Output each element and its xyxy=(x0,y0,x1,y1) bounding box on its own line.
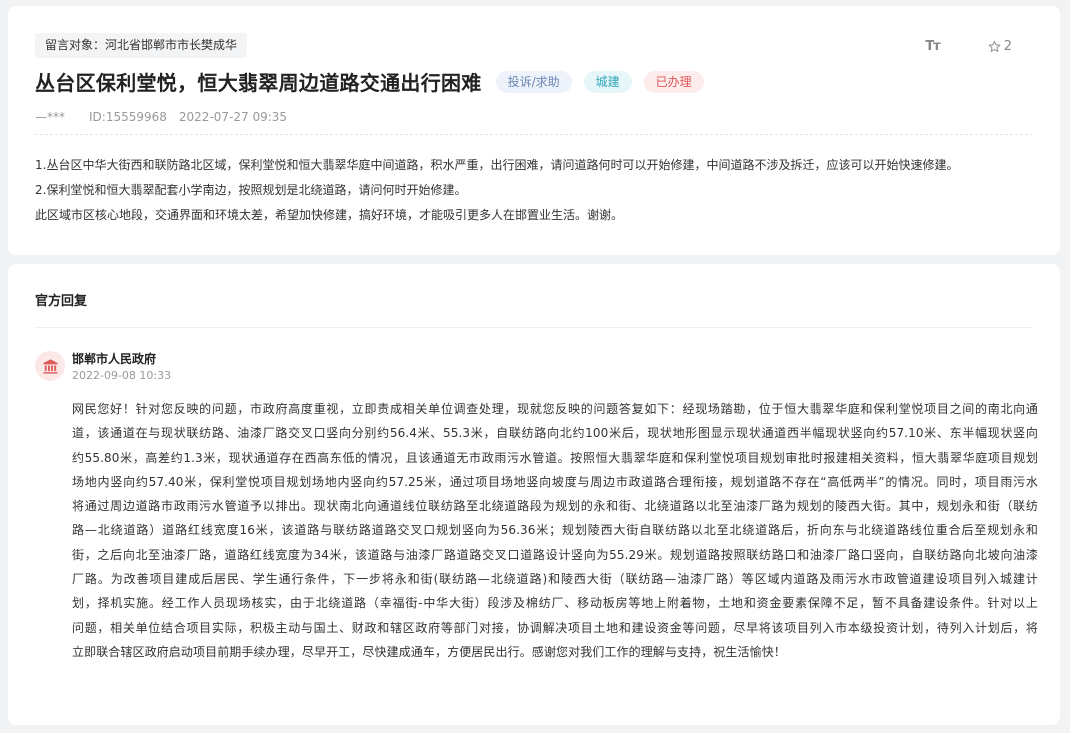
font-size-toggle[interactable]: Tт xyxy=(925,39,940,54)
message-paragraph: 1.丛台区中华大街西和联防路北区域，保利堂悦和恒大翡翠华庭中间道路，积水严重，出… xyxy=(35,158,959,172)
message-body: 1.丛台区中华大街西和联防路北区域，保利堂悦和恒大翡翠华庭中间道路，积水严重，出… xyxy=(35,153,1040,228)
message-tools: Tт 2 xyxy=(925,39,1012,54)
category-badge: 投诉/求助 xyxy=(495,70,572,93)
reply-line: 将通过周边道路市政雨污水管道予以排出。现状南北向通道线位联纺路至北绕道路段为规划… xyxy=(72,499,1038,514)
reply-line: 街，之后向北至油漆厂路，道路红线宽度为34米，该道路与油漆厂路道路交叉口道路设计… xyxy=(72,547,1038,562)
message-id: ID:15559968 xyxy=(89,110,167,124)
reply-line: 厂路。为改善项目建成后居民、学生通行条件，下一步将永和街(联纺路—北绕道路)和陵… xyxy=(72,572,1038,587)
star-icon xyxy=(988,40,1001,52)
message-target-tag: 留言对象：河北省邯郸市市长樊成华 xyxy=(35,33,248,58)
reply-line: 网民您好！针对您反映的问题，市政府高度重视，立即责成相关单位调查处理，现就您反映… xyxy=(72,402,1038,416)
replier-name: 邯郸市人民政府 xyxy=(72,352,157,366)
government-building-icon xyxy=(42,358,58,374)
status-badge: 已办理 xyxy=(643,70,704,93)
reply-line: 立即联合辖区政府启动项目前期手续办理，尽早开工，尽快建成通车，方便居民出行。感谢… xyxy=(72,644,786,659)
reply-line: 约55.80米，高差约1.3米，现状通道存在西高东低的情况，且该通道无市政雨污水… xyxy=(72,450,1038,465)
message-meta: —*** ID:15559968 2022-07-27 09:35 xyxy=(35,110,311,124)
official-reply-card: 官方回复 邯郸市人民政府 2022-09-08 10:33 网民您好！针对您反映… xyxy=(8,264,1060,725)
divider xyxy=(35,327,1033,328)
reply-body: 网民您好！针对您反映的问题，市政府高度重视，立即责成相关单位调查处理，现就您反映… xyxy=(72,397,1038,664)
reply-line: 场地内竖向约57.40米，保利堂悦项目规划场地内竖向约57.25米，通过项目场地… xyxy=(72,474,1038,489)
divider xyxy=(35,134,1033,135)
favorite-button[interactable]: 2 xyxy=(988,39,1012,54)
reply-line: 问题，相关单位结合项目实际，积极主动与国土、财政和辖区政府等部门对接，协调解决项… xyxy=(72,620,1038,635)
government-avatar xyxy=(35,351,65,381)
title-row: 丛台区保利堂悦，恒大翡翠周边道路交通出行困难 投诉/求助 城建 已办理 xyxy=(35,67,704,96)
message-datetime: 2022-07-27 09:35 xyxy=(178,110,288,124)
favorite-count: 2 xyxy=(1003,39,1012,54)
message-card: 留言对象：河北省邯郸市市长樊成华 Tт 2 丛台区保利堂悦，恒大翡翠周边道路交通… xyxy=(8,6,1060,255)
message-paragraph: 此区域市区核心地段，交通界面和环境太差，希望加快修建，搞好环境，才能吸引更多人在… xyxy=(35,208,624,222)
reply-datetime: 2022-09-08 10:33 xyxy=(72,369,172,382)
reply-line: 道，该通道在与现状联纺路、油漆厂路交叉口竖向分别约56.4米、55.3米，自联纺… xyxy=(72,426,1038,441)
message-paragraph: 2.保利堂悦和恒大翡翠配套小学南边，按照规划是北绕道路，请问何时开始修建。 xyxy=(35,183,467,197)
reply-line: 路—北绕道路）道路红线宽度16米，该道路与联纺路道路交叉口规划竖向为56.36米… xyxy=(72,523,1038,538)
reply-line: 划，择机实施。经工作人员现场核实，由于北绕道路（幸福街-中华大街）段涉及棉纺厂、… xyxy=(72,596,1038,611)
field-badge: 城建 xyxy=(583,70,632,93)
section-title: 官方回复 xyxy=(35,294,88,309)
author-name: —*** xyxy=(35,110,65,124)
message-title: 丛台区保利堂悦，恒大翡翠周边道路交通出行困难 xyxy=(35,71,482,95)
